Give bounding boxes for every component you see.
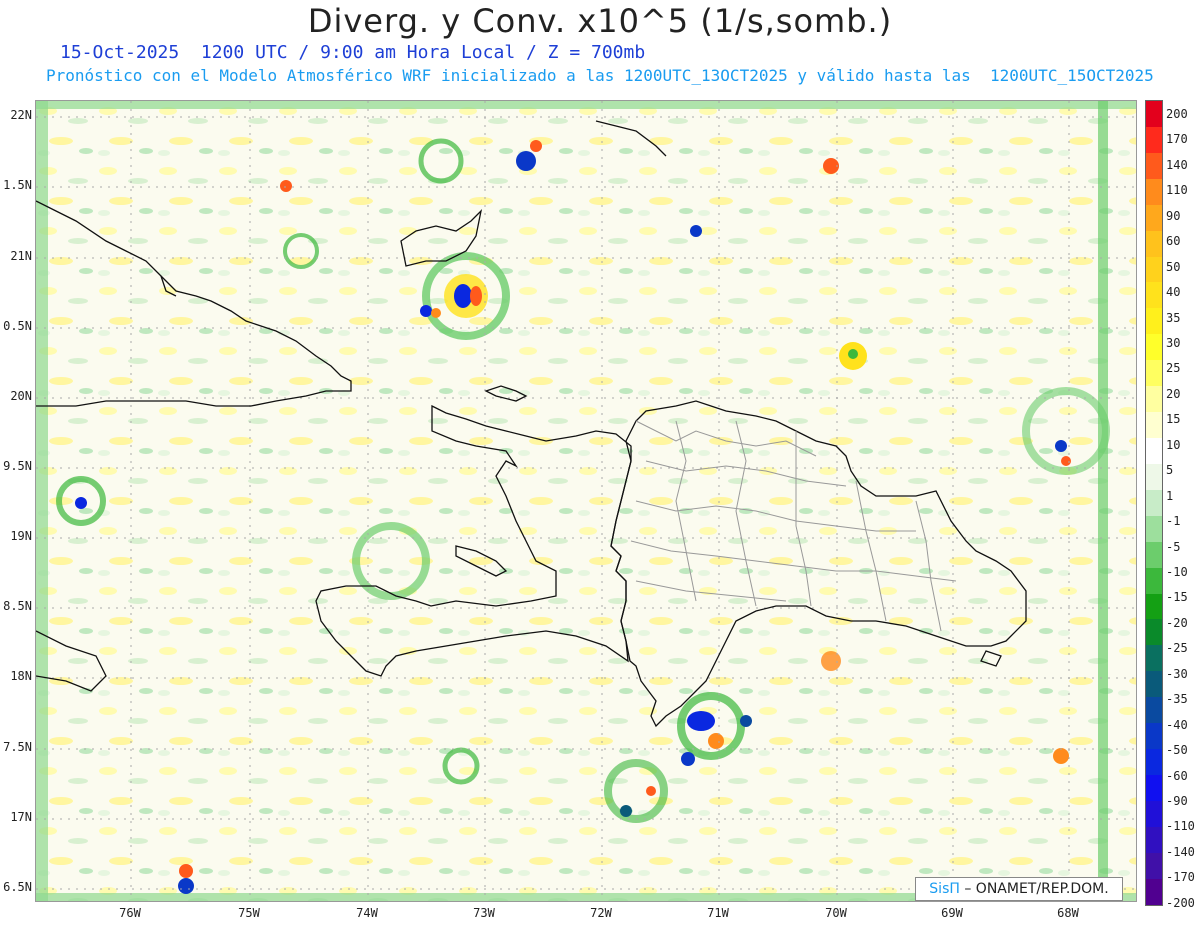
colorbar-label: 5 (1166, 463, 1174, 478)
lat-label: 6.5N (3, 880, 32, 894)
colorbar-segment (1146, 593, 1162, 620)
colorbar-label: -40 (1166, 717, 1188, 732)
colorbar-label: 200 (1166, 107, 1188, 121)
colorbar-label: 110 (1166, 183, 1188, 198)
colorbar-segment (1146, 126, 1162, 153)
colorbar-label: -20 (1166, 615, 1188, 630)
credit-box: SisΠ – ONAMET/REP.DOM. (915, 877, 1123, 901)
map-canvas (36, 101, 1136, 901)
valid-time-line: 15-Oct-2025 1200 UTC / 9:00 am Hora Loca… (60, 42, 646, 63)
colorbar-segment (1146, 230, 1162, 257)
lat-label: 17N (10, 810, 32, 824)
lon-label: 73W (473, 906, 495, 920)
colorbar-label: -200 (1166, 895, 1195, 910)
colorbar-segment (1146, 101, 1162, 127)
colorbar-label: 35 (1166, 310, 1181, 325)
colorbar-segment (1146, 774, 1162, 801)
colorbar-label: -15 (1166, 590, 1188, 605)
colorbar-segment (1146, 308, 1162, 335)
colorbar (1145, 100, 1163, 906)
lon-label: 68W (1057, 906, 1079, 920)
colorbar-segment (1146, 800, 1162, 827)
lat-label: 19N (10, 529, 32, 543)
colorbar-label: -110 (1166, 819, 1195, 834)
colorbar-segment (1146, 204, 1162, 231)
lon-label: 72W (590, 906, 612, 920)
colorbar-label: -30 (1166, 666, 1188, 681)
colorbar-segment (1146, 334, 1162, 361)
colorbar-label: -60 (1166, 768, 1188, 783)
colorbar-label: 15 (1166, 412, 1181, 427)
colorbar-label: 20 (1166, 386, 1181, 401)
colorbar-label: -140 (1166, 844, 1195, 859)
colorbar-segment (1146, 282, 1162, 309)
colorbar-label: 50 (1166, 259, 1181, 274)
colorbar-label: 30 (1166, 335, 1181, 350)
colorbar-label: -170 (1166, 870, 1195, 885)
lat-label: 21N (10, 249, 32, 263)
colorbar-label: -35 (1166, 692, 1188, 707)
colorbar-label: 170 (1166, 132, 1188, 147)
colorbar-segment (1146, 152, 1162, 179)
colorbar-segment (1146, 826, 1162, 853)
colorbar-label: -10 (1166, 564, 1188, 579)
colorbar-segment (1146, 412, 1162, 438)
colorbar-segment (1146, 178, 1162, 205)
lon-label: 71W (707, 906, 729, 920)
colorbar-segment (1146, 645, 1162, 672)
lat-label: 9.5N (3, 459, 32, 473)
colorbar-segment (1146, 360, 1162, 387)
lon-label: 74W (356, 906, 378, 920)
colorbar-segment (1146, 697, 1162, 724)
colorbar-segment (1146, 541, 1162, 568)
colorbar-segment (1146, 671, 1162, 698)
forecast-map (35, 100, 1137, 902)
colorbar-label: 140 (1166, 157, 1188, 172)
colorbar-label: 90 (1166, 208, 1181, 223)
colorbar-label: -25 (1166, 641, 1188, 656)
colorbar-label: -90 (1166, 793, 1188, 808)
colorbar-segment (1146, 515, 1162, 542)
lon-label: 76W (119, 906, 141, 920)
lon-label: 70W (825, 906, 847, 920)
map-title: Diverg. y Conv. x10^5 (1/s,somb.) (307, 2, 893, 40)
colorbar-segment (1146, 878, 1162, 905)
colorbar-label: -5 (1166, 539, 1181, 554)
colorbar-label: 60 (1166, 234, 1181, 249)
colorbar-segment (1146, 749, 1162, 775)
lon-label: 69W (941, 906, 963, 920)
colorbar-segment (1146, 852, 1162, 879)
model-info-line: Pronóstico con el Modelo Atmosférico WRF… (46, 66, 1154, 85)
colorbar-segment (1146, 256, 1162, 283)
sispi-logo: SisΠ (929, 881, 960, 897)
lat-label: 20N (10, 389, 32, 403)
lon-label: 75W (238, 906, 260, 920)
lat-label: 0.5N (3, 319, 32, 333)
colorbar-segment (1146, 567, 1162, 594)
colorbar-label: -50 (1166, 743, 1188, 758)
colorbar-segment (1146, 437, 1162, 464)
colorbar-label: 40 (1166, 285, 1181, 300)
colorbar-segment (1146, 386, 1162, 413)
lat-label: 7.5N (3, 740, 32, 754)
credit-text: – ONAMET/REP.DOM. (964, 881, 1109, 897)
colorbar-segment (1146, 489, 1162, 516)
colorbar-label: 1 (1166, 488, 1174, 503)
colorbar-label: 25 (1166, 361, 1181, 376)
lat-label: 8.5N (3, 599, 32, 613)
lat-label: 18N (10, 669, 32, 683)
lat-label: 22N (10, 108, 32, 122)
colorbar-segment (1146, 619, 1162, 646)
colorbar-segment (1146, 463, 1162, 490)
colorbar-segment (1146, 723, 1162, 750)
colorbar-label: -1 (1166, 514, 1181, 529)
lat-label: 1.5N (3, 178, 32, 192)
colorbar-label: 10 (1166, 437, 1181, 452)
